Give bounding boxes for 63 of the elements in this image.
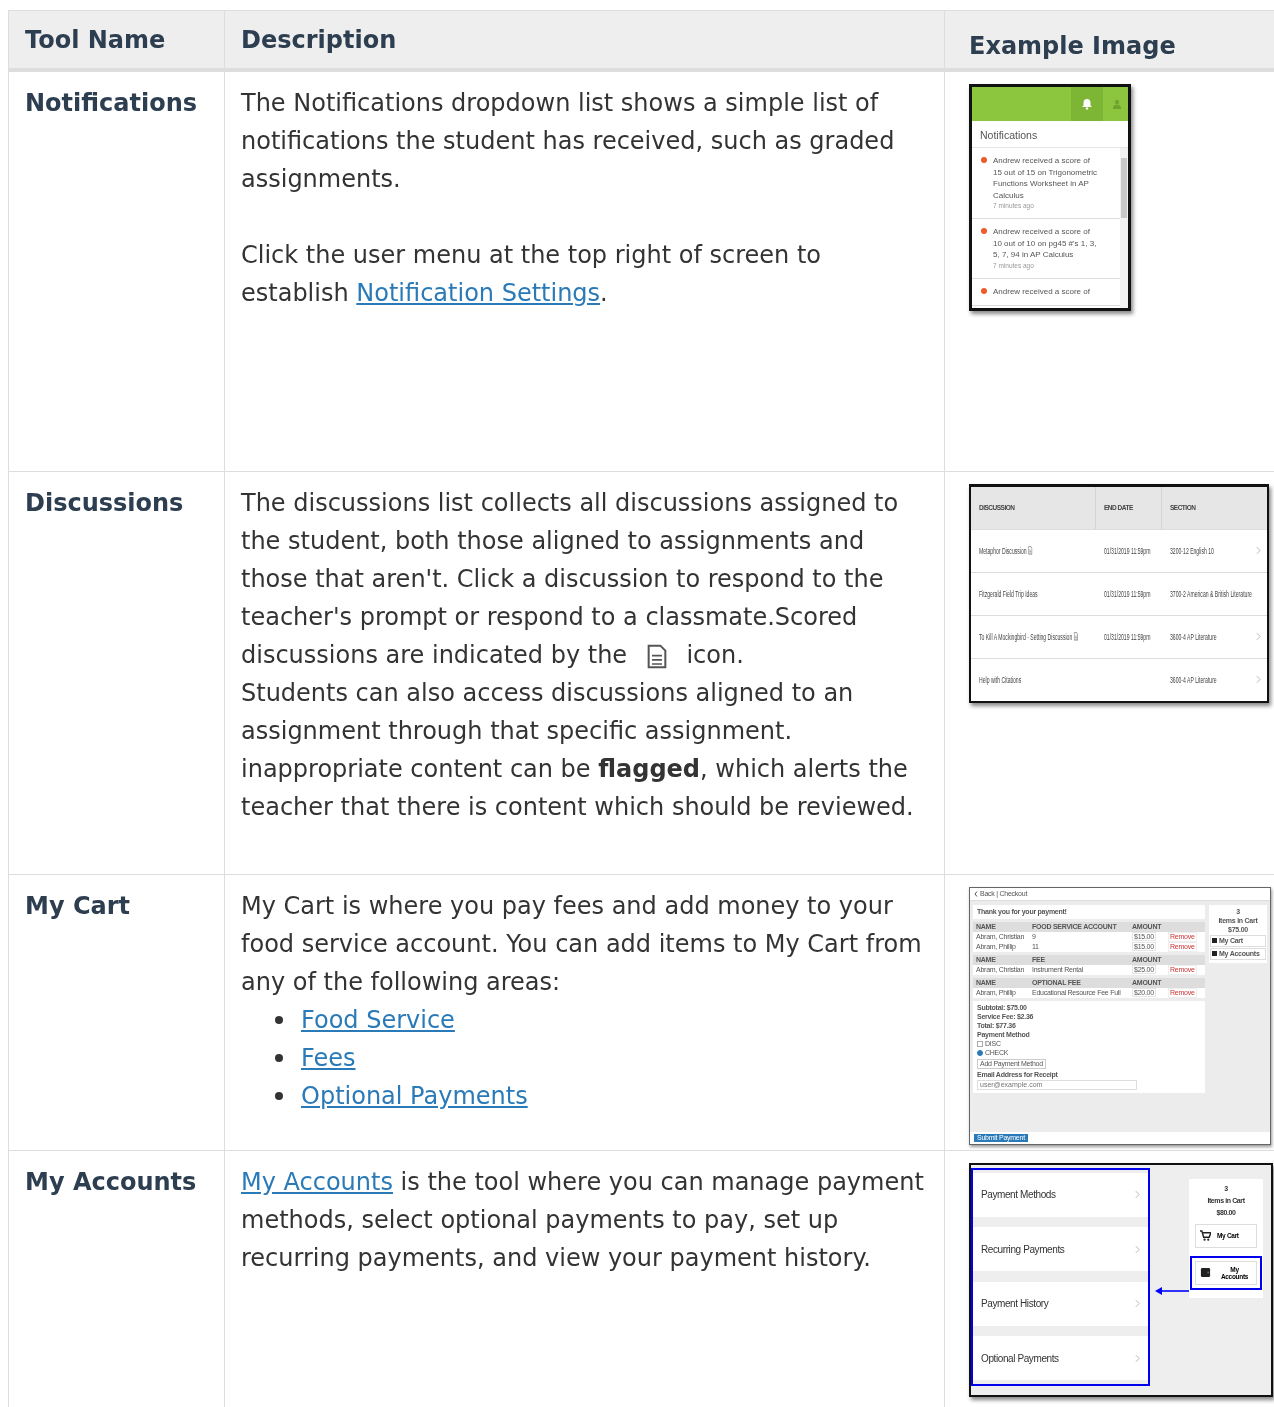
discussion-name: Metaphor Discussion: [979, 545, 1027, 556]
discussion-name: Help with Citations: [979, 674, 1022, 685]
end-date: 01/31/2019 11:59pm: [1104, 588, 1151, 599]
chevron-icon: [1135, 1244, 1140, 1254]
document-icon: [646, 643, 667, 669]
chevron-icon: [1256, 632, 1261, 641]
bullet-icon: [275, 1091, 283, 1100]
scrollbar[interactable]: [1120, 148, 1128, 308]
notification-text[interactable]: Andrew received a score of 10 out of 10 on pg45 #'s 1, 3, 5, 7, 94 in AP Calculus: [993, 226, 1101, 261]
section-name: 3600-4 AP Literature: [1170, 674, 1217, 685]
chevron-icon: [1256, 546, 1261, 555]
discussion-row[interactable]: To Kill A Mockingbird - Setting Discussion 01/31/2019 11:59pm 3600-4 AP Literature: [971, 614, 1267, 658]
description-text: My Cart is where you pay fees and add money to your food service account. You can add items to My Cart from any of the following areas:: [241, 890, 923, 998]
radio-button[interactable]: [977, 1040, 983, 1047]
bell-icon[interactable]: [1081, 98, 1093, 110]
discussion-row[interactable]: Metaphor Discussion 01/31/2019 11:59pm 3200-12 English 10: [971, 528, 1267, 572]
user-icon[interactable]: [1112, 99, 1122, 109]
arrow-icon: [1155, 1286, 1191, 1295]
menu-item[interactable]: Payment Methods: [973, 1172, 1148, 1217]
tool-name: Notifications: [25, 89, 198, 117]
tool-name: My Cart: [25, 891, 130, 920]
section-name: 3200-12 English 10: [1170, 545, 1214, 556]
description-text: My Accounts is the tool where you can manage payment methods, select optional payments to pay, set up recurring payments, and view your payment history.: [241, 1166, 925, 1274]
text-link[interactable]: Fees: [301, 1038, 356, 1077]
menu-item[interactable]: Optional Payments: [973, 1336, 1148, 1381]
tool-name: Discussions: [25, 488, 184, 517]
notification-text[interactable]: Andrew received a score of: [993, 285, 1101, 297]
unread-dot: [981, 287, 987, 294]
column-header: Description: [224, 10, 945, 70]
menu-item[interactable]: Payment History: [973, 1281, 1148, 1326]
notification-text[interactable]: Andrew received a score of 15 out of 15 on Trigonometric Functions Worksheet in AP Calculus: [993, 155, 1101, 201]
text-link[interactable]: Notification Settings: [356, 279, 601, 307]
text-link[interactable]: Optional Payments: [301, 1076, 528, 1115]
chevron-icon: [1135, 1190, 1140, 1199]
text-link[interactable]: Food Service: [301, 1000, 455, 1039]
section-name: 3600-4 AP Literature: [1170, 631, 1217, 642]
unread-dot: [981, 228, 987, 234]
column-header: Example Image: [944, 10, 1274, 70]
discussion-name: To Kill A Mockingbird - Setting Discussion: [979, 631, 1073, 642]
end-date: 01/31/2019 11:59pm: [1104, 631, 1151, 642]
discussion-row[interactable]: Fitzgerald Field Trip Ideas 01/31/2019 11:59pm 3700-2 American & British Literature: [971, 571, 1267, 615]
description-text: The discussions list collects all discussions assigned to the student, both those aligned to assignments and those that aren't. Click a discussion to respond to the teacher's prompt or respond to a classmate.Scored discussions are indicated by the icon. Students can also access discussions aligned to an assignment through that specific assignment. inappropriate content can be flagged, which alerts the teacher that there is content which should be reviewed.: [241, 487, 915, 823]
tool-name: My Accounts: [25, 1167, 197, 1196]
discussion-row[interactable]: Help with Citations 3600-4 AP Literature: [971, 657, 1267, 701]
chevron-icon: [1135, 1299, 1140, 1309]
unread-dot: [981, 157, 987, 163]
text-link[interactable]: My Accounts: [241, 1167, 393, 1196]
column-header: Tool Name: [8, 10, 225, 70]
section-name: 3700-2 American & British Literature: [1170, 588, 1252, 599]
dropdown-title: Notifications: [972, 121, 1128, 148]
discussion-name: Fitzgerald Field Trip Ideas: [979, 588, 1038, 599]
document-icon: [1028, 546, 1033, 555]
description-text: The Notifications dropdown list shows a simple list of notifications the student has received, such as graded assignments.: [241, 88, 896, 195]
bullet-icon: [275, 1015, 283, 1024]
document-icon: [1074, 632, 1079, 641]
chevron-icon: [1256, 675, 1261, 684]
description-text: Click the user menu at the top right of screen to establish Notification Settings.: [241, 240, 822, 309]
bullet-icon: [275, 1053, 283, 1062]
radio-button[interactable]: [977, 1049, 983, 1056]
menu-item[interactable]: Recurring Payments: [973, 1227, 1148, 1272]
chevron-left-icon: [974, 890, 978, 897]
end-date: 01/31/2019 11:59pm: [1104, 545, 1151, 556]
chevron-icon: [1135, 1353, 1140, 1363]
